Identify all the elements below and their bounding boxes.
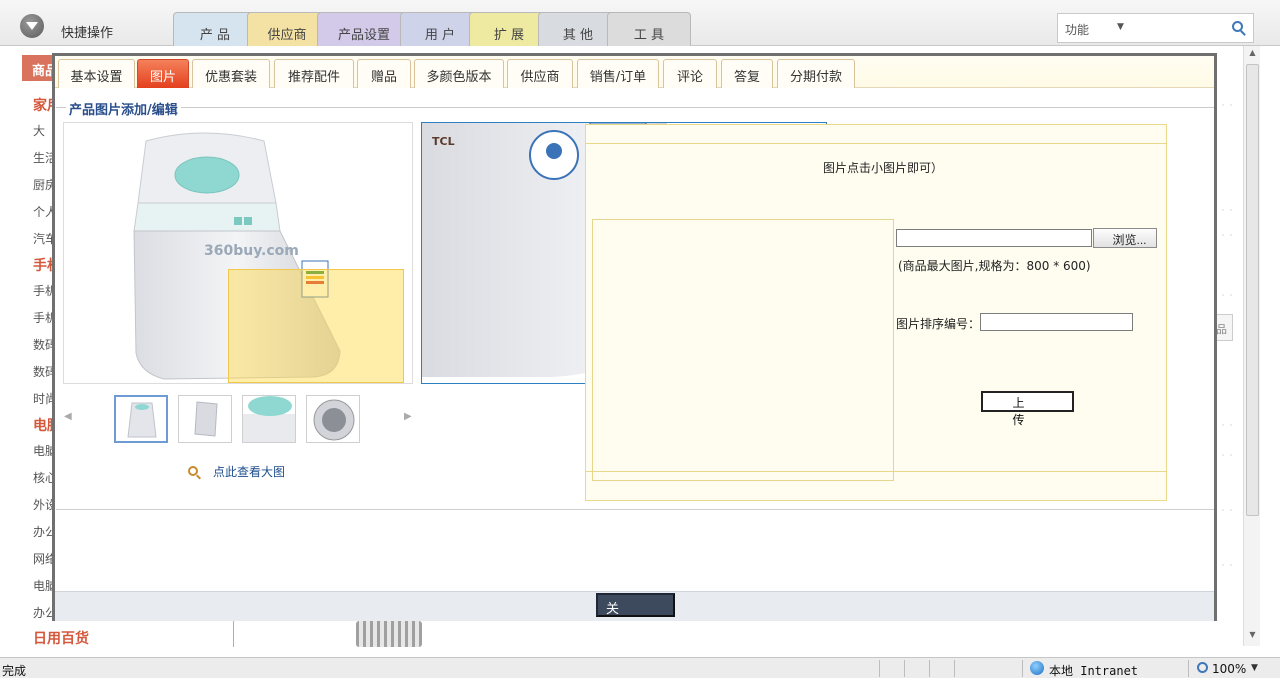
thumbnail-image [313, 399, 355, 441]
tab-users[interactable]: 用 户 [400, 12, 480, 46]
group-title: 产品图片添加/编辑 [66, 99, 181, 118]
status-separator [879, 660, 880, 677]
tab-suppliers[interactable]: 供应商 [247, 12, 327, 46]
tab-tools-label: 工 具 [633, 28, 665, 43]
quick-ops-label[interactable]: 快捷操作 [61, 22, 113, 41]
tab-product-settings[interactable]: 产品设置 [317, 12, 411, 46]
function-dropdown-label[interactable]: 功能 [1065, 21, 1089, 38]
thumbnail-4[interactable] [306, 395, 360, 443]
sort-number-input[interactable] [980, 313, 1133, 331]
thumbnails-next-icon[interactable]: ▶ [404, 411, 412, 422]
tab-gifts[interactable]: 赠品 [357, 59, 411, 88]
tab-replies[interactable]: 答复 [721, 59, 773, 88]
tab-color-versions[interactable]: 多颜色版本 [414, 59, 504, 88]
sort-number-label: 图片排序编号： [896, 317, 981, 331]
status-separator [904, 660, 905, 677]
tab-extensions-label: 扩 展 [493, 28, 525, 43]
tab-suppliers[interactable]: 供应商 [507, 59, 573, 88]
brand-logo: TCL [432, 135, 455, 148]
tab-extensions[interactable]: 扩 展 [469, 12, 549, 46]
tab-other[interactable]: 其 他 [538, 12, 618, 46]
browse-button[interactable]: 浏览... [1093, 228, 1157, 248]
tab-products-label: 产 品 [199, 28, 231, 43]
upload-panel-inner [586, 143, 1166, 481]
tab-reviews[interactable]: 评论 [663, 59, 717, 88]
function-search-box[interactable]: 功能 ▼ [1057, 13, 1254, 43]
status-separator [1022, 660, 1023, 677]
quick-ops-down-arrow-icon[interactable] [20, 14, 44, 38]
upload-hint-text: 图片点击小图片即可） [823, 161, 944, 175]
tab-label: 评论 [676, 70, 703, 85]
tab-label: 供应商 [520, 70, 560, 85]
product-edit-dialog: 基本设置 图片 优惠套装 推荐配件 赠品 多颜色版本 供应商 销售/订单 评论 … [52, 53, 1217, 635]
thumbnail-image [127, 402, 157, 438]
tab-images[interactable]: 图片 [137, 59, 189, 88]
group-divider [56, 107, 1214, 108]
sidebar-item[interactable]: 大 [33, 122, 45, 139]
tab-product-settings-label: 产品设置 [337, 28, 390, 43]
tab-label: 分期付款 [789, 70, 842, 85]
watermark-logo: 360buy.com [204, 243, 299, 259]
zoom-magnifier-icon[interactable] [1197, 662, 1208, 673]
chevron-down-icon[interactable]: ▼ [1117, 22, 1124, 32]
upload-preview-box [592, 219, 894, 481]
thumbnail-image [243, 396, 295, 442]
status-separator [1188, 660, 1189, 677]
upload-button[interactable]: 上传 [981, 391, 1074, 427]
dialog-tab-bar: 基本设置 图片 优惠套装 推荐配件 赠品 多颜色版本 供应商 销售/订单 评论 … [55, 56, 1214, 88]
zoom-dropdown-icon[interactable]: ▼ [1251, 663, 1258, 673]
close-dialog-button[interactable]: 关闭 [596, 593, 675, 635]
security-zone-text[interactable]: 本地 Intranet [1049, 662, 1138, 678]
tab-label: 多颜色版本 [426, 70, 492, 85]
thumbnail-image [194, 401, 218, 437]
status-text: 完成 [2, 664, 27, 678]
zoom-level[interactable]: 100% [1212, 662, 1246, 676]
tab-products[interactable]: 产 品 [173, 12, 257, 46]
content-divider [56, 509, 1214, 510]
thumbnail-2[interactable] [178, 395, 232, 443]
top-navigation-bar: 快捷操作 产 品 供应商 产品设置 用 户 扩 展 其 他 工 具 功能 ▼ [0, 0, 1280, 46]
scrollbar-thumb[interactable] [1246, 64, 1259, 516]
tab-tools[interactable]: 工 具 [607, 12, 691, 46]
thumbnails-prev-icon[interactable]: ◀ [64, 411, 72, 422]
sidebar-category[interactable]: 日用百货 [33, 628, 89, 648]
tab-label: 答复 [733, 70, 760, 85]
tab-label: 基本设置 [70, 70, 123, 85]
dialog-footer: 关闭 [55, 591, 1214, 635]
tab-label: 图片 [149, 70, 176, 85]
main-product-image[interactable]: 360buy.com [63, 122, 413, 384]
page-vertical-scrollbar[interactable]: ▲ ▼ [1243, 46, 1260, 646]
tab-other-label: 其 他 [562, 28, 594, 43]
scroll-down-icon[interactable]: ▼ [1246, 630, 1259, 644]
image-size-note: (商品最大图片,规格为：800 * 600) [898, 259, 1091, 273]
thumbnail-3[interactable] [242, 395, 296, 443]
tab-label: 销售/订单 [589, 70, 647, 85]
status-separator [954, 660, 955, 677]
tab-label: 赠品 [370, 70, 397, 85]
background-product-image [356, 621, 422, 647]
tab-label: 推荐配件 [287, 70, 340, 85]
status-separator [929, 660, 930, 677]
browser-status-bar: 完成 本地 Intranet 100% ▼ [0, 657, 1280, 678]
tab-users-label: 用 户 [424, 28, 456, 43]
zoom-lens[interactable] [228, 269, 404, 383]
thumbnail-1[interactable] [114, 395, 168, 443]
magnifier-icon [188, 466, 198, 476]
tab-recommended-accessories[interactable]: 推荐配件 [274, 59, 354, 88]
search-icon[interactable] [1232, 21, 1243, 32]
tab-installments[interactable]: 分期付款 [777, 59, 855, 88]
image-file-input[interactable] [896, 229, 1092, 247]
scroll-up-icon[interactable]: ▲ [1246, 48, 1259, 62]
intranet-globe-icon [1030, 661, 1044, 675]
tab-bundle-offers[interactable]: 优惠套装 [192, 59, 270, 88]
tab-suppliers-label: 供应商 [267, 28, 307, 43]
tab-basic-settings[interactable]: 基本设置 [58, 59, 135, 88]
tab-sales-orders[interactable]: 销售/订单 [577, 59, 659, 88]
view-large-image-link[interactable]: 点此查看大图 [213, 463, 285, 480]
tab-label: 优惠套装 [204, 70, 257, 85]
